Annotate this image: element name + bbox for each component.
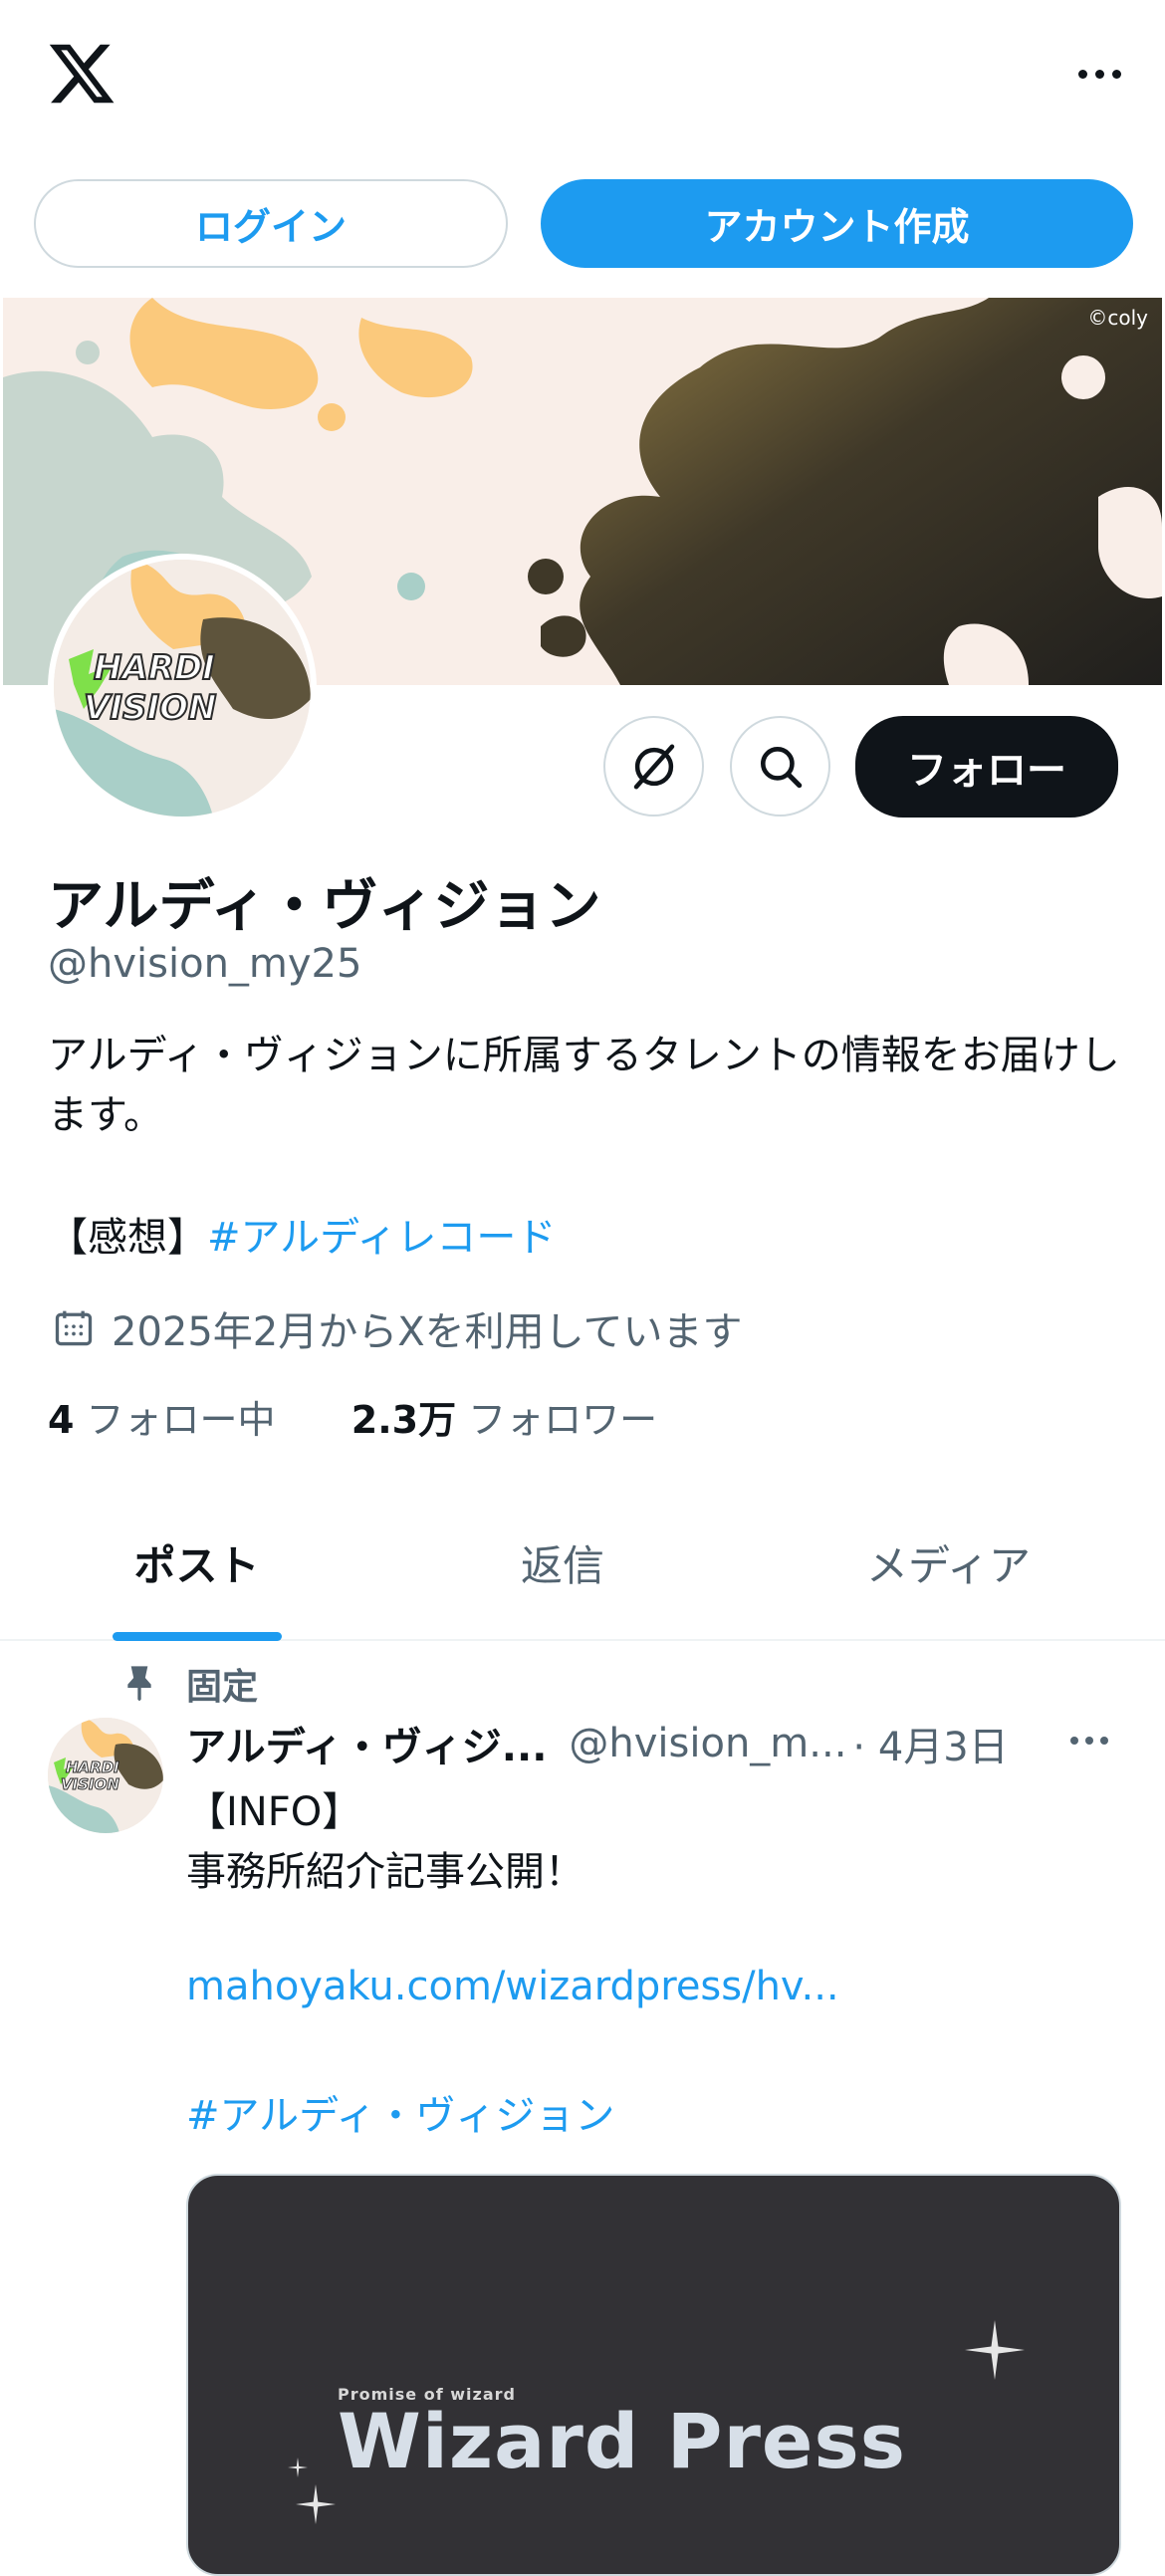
pinned-label: 固定 (186, 1667, 259, 1708)
active-tab-indicator (112, 1632, 282, 1641)
profile-tabs: ポスト 返信 メディア (0, 1486, 1165, 1641)
dot (1111, 69, 1121, 79)
tab-posts-label: ポスト (133, 1540, 260, 1590)
tab-posts[interactable]: ポスト (0, 1486, 393, 1641)
display-name: アルディ・ヴィジョン (48, 874, 601, 939)
tweet-avatar-logo-line1: HARDI (66, 1758, 119, 1776)
tweet-date[interactable]: · 4月3日 (852, 1715, 1008, 1772)
login-button[interactable]: ログイン (34, 179, 508, 268)
following-label: フォロー中 (86, 1398, 276, 1442)
following-count: 4 (48, 1398, 75, 1442)
tweet-avatar[interactable]: HARDI VISION (48, 1718, 163, 1833)
sparkle-icon (296, 2484, 336, 2524)
profile-avatar[interactable]: HARDI VISION (48, 554, 317, 822)
banner-copyright: ©coly (1087, 306, 1148, 330)
grok-icon (633, 744, 674, 789)
tweet-more-button[interactable] (1070, 1737, 1108, 1745)
avatar-logo-line1: HARDI (94, 648, 215, 688)
bio-tag-line: 【感想】#アルディレコード (48, 1205, 556, 1263)
calendar-icon (55, 1310, 93, 1346)
grok-button[interactable] (603, 716, 704, 817)
sparkle-icon (288, 2458, 308, 2477)
dot (1070, 1737, 1078, 1745)
bio-hashtag-link[interactable]: #アルディレコード (207, 1215, 556, 1261)
tweet-avatar-art: HARDI VISION (48, 1718, 163, 1833)
more-options-button[interactable] (1067, 52, 1131, 96)
tweet-header: アルディ・ヴィジ... @hvision_m... · 4月3日 (186, 1715, 1122, 1772)
dot (1077, 69, 1087, 79)
follow-button[interactable]: フォロー (855, 716, 1118, 818)
tweet-avatar-logo-line2: VISION (61, 1775, 119, 1793)
joined-text: 2025年2月からXを利用しています (112, 1309, 743, 1355)
pin-icon (127, 1666, 151, 1702)
sparkle-icon (965, 2320, 1025, 2380)
followers-count: 2.3万 (350, 1398, 457, 1442)
avatar-art: HARDI VISION (54, 560, 311, 817)
followers-link[interactable]: 2.3万 フォロワー (351, 1398, 657, 1442)
tweet-text: 【INFO】 事務所紹介記事公開！ (186, 1789, 584, 1895)
tweet-media-card[interactable]: Promise of wizard Wizard Press (186, 2174, 1121, 2576)
tweet-link[interactable]: mahoyaku.com/wizardpress/hv... (186, 1964, 839, 2009)
tab-replies-label: 返信 (520, 1540, 604, 1590)
tab-media-label: メディア (865, 1540, 1032, 1590)
tweet-hashtag[interactable]: #アルディ・ヴィジョン (186, 2083, 614, 2141)
dot (1100, 1737, 1108, 1745)
tab-replies[interactable]: 返信 (393, 1486, 732, 1639)
tweet-author-name[interactable]: アルディ・ヴィジ... (186, 1715, 547, 1772)
dot (1085, 1737, 1093, 1745)
profile-handle: @hvision_my25 (48, 941, 362, 987)
bio-tag-prefix: 【感想】 (48, 1215, 207, 1261)
profile-bio: アルディ・ヴィジョンに所属するタレントの情報をお届けします。 (48, 1033, 1120, 1138)
search-button[interactable] (730, 716, 830, 817)
dot (1094, 69, 1104, 79)
joined-date: 2025年2月からXを利用しています (52, 1299, 742, 1357)
following-link[interactable]: 4 フォロー中 (48, 1398, 276, 1442)
x-logo-icon[interactable] (46, 38, 117, 110)
avatar-logo-line2: VISION (84, 688, 216, 728)
followers-label: フォロワー (468, 1398, 658, 1442)
tweet-author-handle[interactable]: @hvision_m... (569, 1721, 846, 1766)
media-title: Wizard Press (338, 2397, 906, 2485)
signup-button[interactable]: アカウント作成 (541, 179, 1133, 268)
follow-stats: 4 フォロー中 2.3万 フォロワー (48, 1389, 657, 1444)
tab-media[interactable]: メディア (732, 1486, 1165, 1639)
search-icon (760, 746, 802, 788)
